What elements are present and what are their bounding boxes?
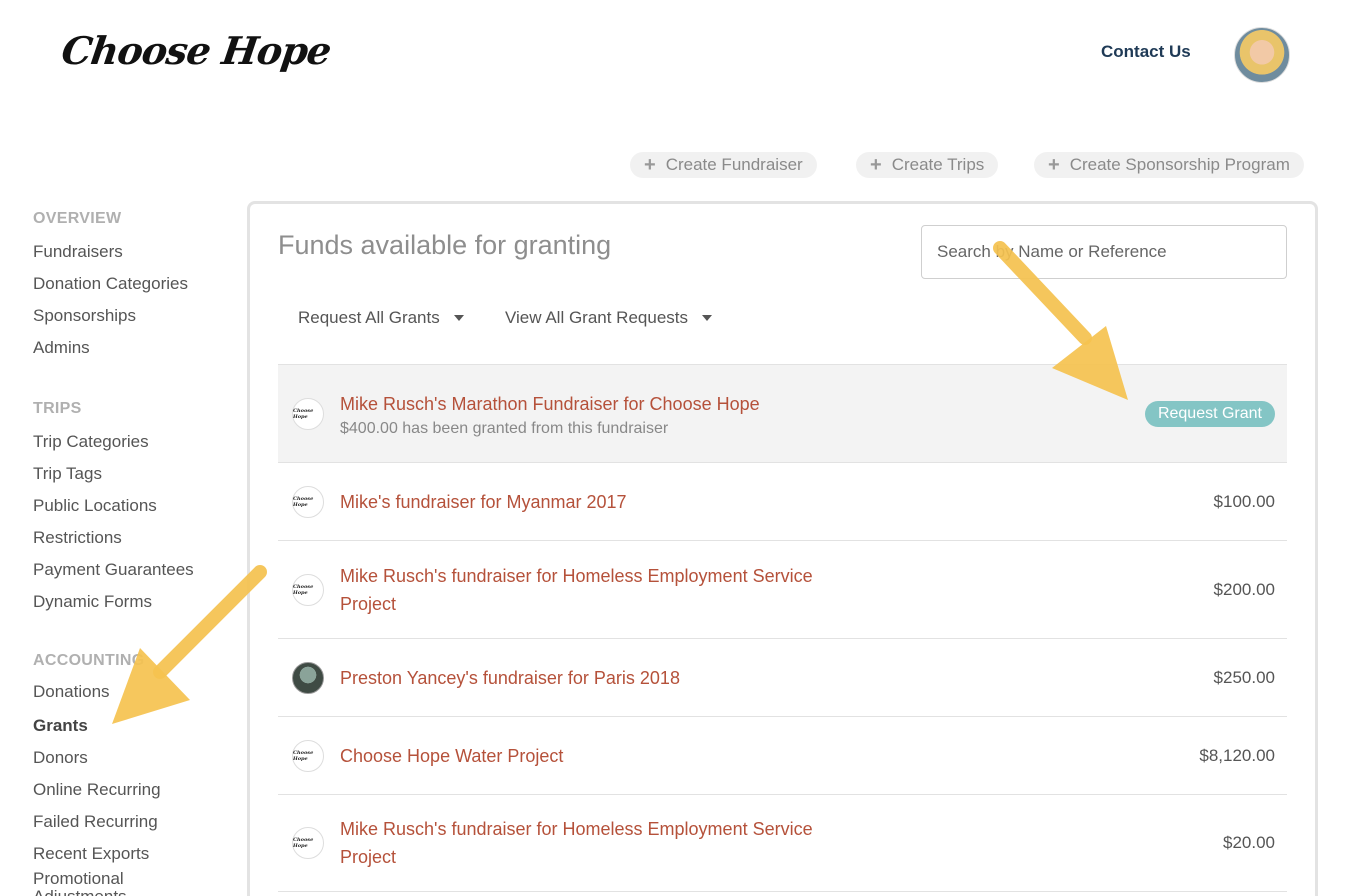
sidebar-item-restrictions[interactable]: Restrictions xyxy=(33,528,122,548)
sidebar-item-public-locations[interactable]: Public Locations xyxy=(33,496,157,516)
page-title: Funds available for granting xyxy=(278,230,612,260)
sidebar-item-trip-categories[interactable]: Trip Categories xyxy=(33,432,149,452)
plus-icon: + xyxy=(870,153,882,176)
fundraiser-logo-icon: Choose Hope xyxy=(292,573,324,606)
create-sponsorship-program-label: Create Sponsorship Program xyxy=(1069,155,1290,174)
request-all-grants-label: Request All Grants xyxy=(298,308,440,327)
available-amount: $20.00 xyxy=(1223,833,1275,852)
sidebar-item-donors[interactable]: Donors xyxy=(33,748,88,768)
fundraiser-logo-icon: Choose Hope xyxy=(292,397,324,430)
plus-icon: + xyxy=(1048,153,1060,176)
sidebar-section-overview: OVERVIEW xyxy=(33,210,122,227)
fundraiser-logo-icon: Choose Hope xyxy=(292,827,324,859)
sidebar-item-donation-categories[interactable]: Donation Categories xyxy=(33,274,188,294)
table-row: Preston Yancey's fundraiser for Paris 20… xyxy=(278,638,1287,716)
sidebar-item-dynamic-forms[interactable]: Dynamic Forms xyxy=(33,592,152,612)
sidebar-item-recent-exports[interactable]: Recent Exports xyxy=(33,844,149,864)
sidebar-item-failed-recurring[interactable]: Failed Recurring xyxy=(33,812,158,832)
sidebar-item-fundraisers[interactable]: Fundraisers xyxy=(33,242,123,262)
caret-down-icon xyxy=(453,315,464,321)
caret-down-icon xyxy=(702,315,712,321)
table-row: Choose Hope Mike Rusch's fundraiser for … xyxy=(278,540,1287,638)
available-amount: $200.00 xyxy=(1213,579,1275,599)
view-all-grant-requests-label: View All Grant Requests xyxy=(505,308,688,327)
table-row: Choose Hope Mike's fundraiser for Myanma… xyxy=(278,462,1287,540)
fundraiser-name-link[interactable]: Mike Rusch's Marathon Fundraiser for Cho… xyxy=(340,390,830,418)
fundraiser-name-link[interactable]: Choose Hope Water Project xyxy=(340,742,830,770)
sidebar-item-payment-guarantees[interactable]: Payment Guarantees xyxy=(33,560,194,580)
table-row: Choose Hope Choose Hope Water Project $8… xyxy=(278,716,1287,794)
fundraiser-logo-icon: Choose Hope xyxy=(292,739,324,772)
available-amount: $100.00 xyxy=(1213,491,1275,511)
sidebar-item-promotional-adjustments[interactable]: Promotional Adjustments xyxy=(33,870,143,896)
sidebar-item-grants[interactable]: Grants xyxy=(33,716,88,736)
create-fundraiser-label: Create Fundraiser xyxy=(665,155,803,174)
fundraiser-name-link[interactable]: Mike Rusch's fundraiser for Homeless Emp… xyxy=(340,815,830,871)
search-input[interactable] xyxy=(921,225,1287,279)
fundraiser-name-link[interactable]: Mike's fundraiser for Myanmar 2017 xyxy=(340,488,830,516)
fundraiser-name-link[interactable]: Preston Yancey's fundraiser for Paris 20… xyxy=(340,664,830,692)
create-trips-label: Create Trips xyxy=(891,155,985,174)
sidebar-section-trips: TRIPS xyxy=(33,400,82,417)
fundraiser-logo-icon: Choose Hope xyxy=(292,485,324,518)
fund-list: Choose Hope Mike Rusch's Marathon Fundra… xyxy=(278,364,1287,892)
create-fundraiser-button[interactable]: + Create Fundraiser xyxy=(630,152,817,178)
sidebar-item-online-recurring[interactable]: Online Recurring xyxy=(33,780,161,800)
table-row: Choose Hope Mike Rusch's Marathon Fundra… xyxy=(278,364,1287,462)
logo[interactable]: Choose Hope xyxy=(59,28,334,73)
user-avatar[interactable] xyxy=(1234,27,1290,83)
create-trips-button[interactable]: + Create Trips xyxy=(856,152,999,178)
sidebar-item-donations[interactable]: Donations xyxy=(33,682,110,702)
sidebar-section-accounting: ACCOUNTING xyxy=(33,652,145,669)
user-photo-icon xyxy=(292,661,324,694)
granted-amount-text: $400.00 has been granted from this fundr… xyxy=(340,419,669,437)
table-row: Choose Hope Mike Rusch's fundraiser for … xyxy=(278,794,1287,892)
fundraiser-name-link[interactable]: Mike Rusch's fundraiser for Homeless Emp… xyxy=(340,562,830,618)
sidebar-item-admins[interactable]: Admins xyxy=(33,338,90,358)
available-amount: $250.00 xyxy=(1213,667,1275,687)
request-all-grants-dropdown[interactable]: Request All Grants xyxy=(298,308,464,328)
view-all-grant-requests-dropdown[interactable]: View All Grant Requests xyxy=(505,308,712,328)
create-sponsorship-program-button[interactable]: + Create Sponsorship Program xyxy=(1034,152,1304,178)
grants-card: Funds available for granting Request All… xyxy=(247,201,1318,896)
contact-us-link[interactable]: Contact Us xyxy=(1101,42,1191,62)
sidebar-item-sponsorships[interactable]: Sponsorships xyxy=(33,306,136,326)
sidebar-item-trip-tags[interactable]: Trip Tags xyxy=(33,464,102,484)
plus-icon: + xyxy=(644,153,656,176)
request-grant-button[interactable]: Request Grant xyxy=(1144,400,1275,427)
available-amount: $8,120.00 xyxy=(1199,745,1275,765)
